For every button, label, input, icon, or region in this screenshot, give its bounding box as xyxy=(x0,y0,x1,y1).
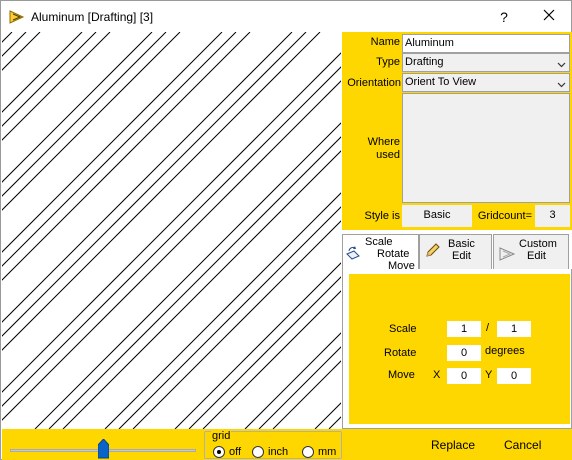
style-value: Basic xyxy=(402,205,472,227)
hatch-line xyxy=(244,332,341,429)
hatch-line xyxy=(2,32,321,351)
close-icon xyxy=(543,9,555,24)
hatch-dialog-window: Aluminum [Drafting] [3] ? Name Aluminum … xyxy=(0,0,572,460)
hatch-pattern-canvas xyxy=(2,32,341,429)
tab-rotate-text: Rotate xyxy=(377,248,410,260)
move-x-input[interactable]: 0 xyxy=(447,368,481,384)
hatch-line xyxy=(34,122,341,429)
pencil-icon xyxy=(424,243,440,262)
hatch-line xyxy=(2,80,341,421)
move-y-label: Y xyxy=(485,369,493,381)
type-select-value: Drafting xyxy=(405,56,444,68)
window-title: Aluminum [Drafting] [3] xyxy=(31,10,154,24)
edit-tab-content: Scale 1 / 1 Rotate 0 degrees Move X 0 Y … xyxy=(342,269,572,429)
scale-separator: / xyxy=(486,322,490,334)
replace-button[interactable]: Replace xyxy=(431,438,475,452)
scale-rotate-move-icon xyxy=(345,245,361,264)
properties-panel: Name Aluminum Type Drafting Orientation … xyxy=(342,32,572,230)
title-bar[interactable]: Aluminum [Drafting] [3] ? xyxy=(1,1,571,32)
hatch-line xyxy=(2,32,83,113)
rotate-unit-label: degrees xyxy=(485,345,525,357)
tab-scale-rotate-move[interactable]: Scale Rotate Move xyxy=(342,234,419,272)
grid-off-label: off xyxy=(229,446,242,458)
tab-custom-edit-text: Edit xyxy=(527,250,546,262)
hatch-preview xyxy=(2,32,341,429)
hatch-line xyxy=(2,32,223,253)
name-label: Name xyxy=(370,36,400,48)
name-field[interactable]: Aluminum xyxy=(402,34,570,53)
gridcount-value: 3 xyxy=(535,205,570,227)
grid-mm-radio[interactable] xyxy=(302,446,314,458)
scale-numerator-input[interactable]: 1 xyxy=(447,321,481,337)
cancel-button[interactable]: Cancel xyxy=(504,438,541,452)
edit-tabs: Scale Rotate Move Basic Edit Custom Edit xyxy=(342,230,572,272)
hatch-line xyxy=(202,290,341,429)
scale-rotate-move-panel: Scale 1 / 1 Rotate 0 degrees Move X 0 Y … xyxy=(349,274,570,424)
move-label: Move xyxy=(388,369,415,381)
close-button[interactable] xyxy=(529,1,569,32)
hatch-line xyxy=(2,32,181,211)
style-is-label: Style is xyxy=(364,210,400,222)
grid-inch-radio[interactable] xyxy=(252,446,264,458)
rotate-label: Rotate xyxy=(384,347,417,359)
hatch-line xyxy=(258,346,341,429)
where-used-label-line2: used xyxy=(376,149,400,161)
where-used-label-line1: Where xyxy=(367,136,400,148)
orientation-label: Orientation xyxy=(347,77,401,89)
grid-mm-label: mm xyxy=(318,446,337,458)
hatch-line xyxy=(2,32,167,197)
move-x-label: X xyxy=(433,369,441,381)
grid-inch-label: inch xyxy=(268,446,289,458)
scale-label: Scale xyxy=(389,323,417,335)
scale-denominator-input[interactable]: 1 xyxy=(497,321,531,337)
grid-group-label: grid xyxy=(211,430,232,442)
grid-radio-group: grid off inch mm xyxy=(204,430,342,459)
hatch-line xyxy=(2,32,41,71)
zoom-slider-thumb[interactable] xyxy=(97,438,109,459)
footer-bar: grid off inch mm Replace Cancel xyxy=(2,429,572,460)
hatch-line xyxy=(104,192,341,429)
tab-edit-text: Edit xyxy=(452,250,471,262)
chevron-down-icon xyxy=(557,58,566,68)
grid-off-radio[interactable] xyxy=(213,446,225,458)
app-icon xyxy=(9,9,25,25)
type-select[interactable]: Drafting xyxy=(402,53,570,72)
hatch-line xyxy=(62,150,341,429)
tab-custom-edit[interactable]: Custom Edit xyxy=(493,234,569,270)
tab-custom-text: Custom xyxy=(519,238,557,250)
gridcount-label: Gridcount= xyxy=(477,210,532,222)
custom-edit-icon xyxy=(499,247,516,264)
move-y-input[interactable]: 0 xyxy=(497,368,531,384)
radio-selected-dot xyxy=(217,450,221,454)
hatch-line xyxy=(118,206,341,429)
chevron-down-icon xyxy=(557,78,566,88)
hatch-line xyxy=(2,32,97,127)
type-label: Type xyxy=(376,56,400,68)
rotate-input[interactable]: 0 xyxy=(447,345,481,361)
orientation-select[interactable]: Orient To View xyxy=(402,73,570,92)
orientation-select-value: Orient To View xyxy=(405,76,477,88)
help-button[interactable]: ? xyxy=(489,1,519,32)
where-used-list[interactable] xyxy=(402,93,570,203)
tab-basic-text: Basic xyxy=(448,238,475,250)
hatch-line xyxy=(2,32,13,43)
tab-scale-text: Scale xyxy=(365,236,393,248)
tab-basic-edit[interactable]: Basic Edit xyxy=(419,234,492,270)
